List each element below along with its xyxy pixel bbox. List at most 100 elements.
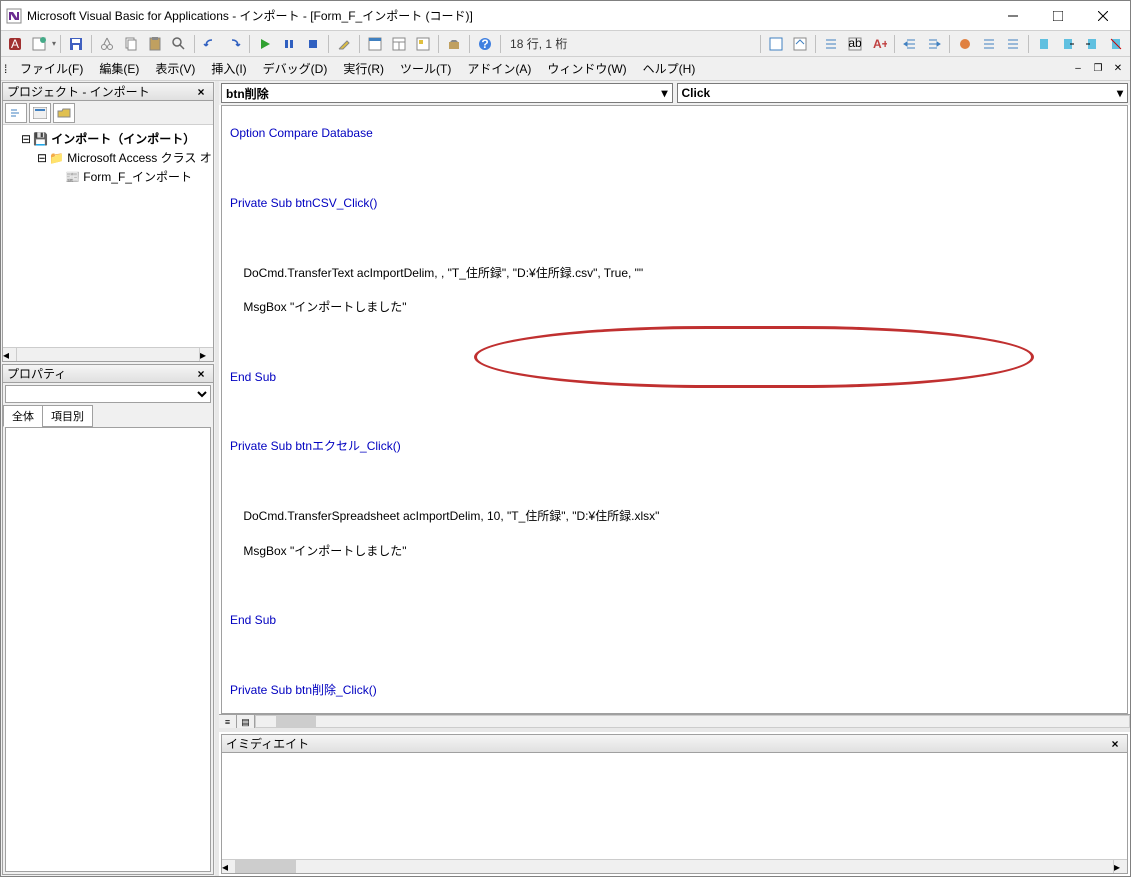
titlebar: Microsoft Visual Basic for Applications …	[1, 1, 1130, 31]
immediate-close[interactable]: ×	[1107, 737, 1123, 751]
object-browser-icon[interactable]	[412, 33, 434, 55]
svg-text:ab: ab	[848, 36, 862, 50]
menu-help[interactable]: ヘルプ(H)	[635, 57, 704, 80]
minimize-button[interactable]	[990, 2, 1035, 30]
titlebar-text: Microsoft Visual Basic for Applications …	[27, 7, 990, 24]
mdi-minimize[interactable]: –	[1069, 61, 1087, 77]
procedure-view-button[interactable]: ≡	[219, 715, 237, 729]
cut-icon[interactable]	[96, 33, 118, 55]
list-properties-icon[interactable]	[820, 33, 842, 55]
tree-item-form[interactable]: 📰 Form_F_インポート	[7, 167, 209, 186]
project-toolbar	[3, 101, 213, 125]
menu-window[interactable]: ウィンドウ(W)	[539, 57, 634, 80]
list-constants-icon[interactable]: ab	[844, 33, 866, 55]
view-code-icon[interactable]	[5, 103, 27, 123]
tree-folder-access-classes[interactable]: ⊟📁 Microsoft Access クラス オブ	[7, 148, 209, 167]
outdent-icon[interactable]	[923, 33, 945, 55]
menu-debug[interactable]: デバッグ(D)	[255, 57, 336, 80]
toggle-folders-icon[interactable]	[53, 103, 75, 123]
quick-info-icon[interactable]: A+	[868, 33, 890, 55]
object-combo[interactable]: btn削除 ▾	[221, 83, 673, 103]
immediate-window: イミディエイト × ◂ ▸	[221, 734, 1128, 874]
project-explorer-panel: プロジェクト - インポート × ⊟💾 インポート（インポート） ⊟📁 Micr…	[2, 82, 214, 362]
bookmark-clear-icon[interactable]	[1105, 33, 1127, 55]
window-controls	[990, 2, 1125, 30]
properties-panel: プロパティ × 全体 項目別	[2, 364, 214, 875]
help-icon[interactable]: ?	[474, 33, 496, 55]
properties-header: プロパティ ×	[3, 365, 213, 383]
horizontal-scrollbar[interactable]	[255, 715, 1130, 728]
reset-icon[interactable]	[302, 33, 324, 55]
maximize-button[interactable]	[1035, 2, 1080, 30]
menu-view[interactable]: 表示(V)	[147, 57, 203, 80]
menu-tools[interactable]: ツール(T)	[392, 57, 459, 80]
properties-window-icon[interactable]	[388, 33, 410, 55]
menu-run[interactable]: 実行(R)	[335, 57, 392, 80]
standard-toolbar: A ▾ ? 18 行, 1 桁 ab A+	[1, 31, 1130, 57]
left-panel: プロジェクト - インポート × ⊟💾 インポート（インポート） ⊟📁 Micr…	[1, 81, 215, 876]
app-window: Microsoft Visual Basic for Applications …	[0, 0, 1131, 877]
app-icon	[6, 8, 22, 24]
properties-object-combo[interactable]	[5, 385, 211, 403]
close-button[interactable]	[1080, 2, 1125, 30]
menu-addins[interactable]: アドイン(A)	[459, 57, 539, 80]
code-header: btn削除 ▾ Click ▾	[219, 81, 1130, 105]
svg-text:?: ?	[481, 37, 488, 51]
workspace: プロジェクト - インポート × ⊟💾 インポート（インポート） ⊟📁 Micr…	[1, 81, 1130, 876]
right-panel: btn削除 ▾ Click ▾ Option Compare Database …	[219, 81, 1130, 876]
properties-tab-alphabetic[interactable]: 全体	[3, 405, 43, 427]
svg-text:A: A	[11, 37, 19, 51]
full-module-view-button[interactable]: ▤	[237, 715, 255, 729]
project-tree[interactable]: ⊟💾 インポート（インポート） ⊟📁 Microsoft Access クラス …	[3, 125, 213, 347]
menu-file[interactable]: ファイル(F)	[12, 57, 91, 80]
paste-icon[interactable]	[144, 33, 166, 55]
procedure-combo[interactable]: Click ▾	[677, 83, 1129, 103]
undo-icon[interactable]	[199, 33, 221, 55]
properties-tabs: 全体 項目別	[3, 405, 213, 427]
properties-tab-categorized[interactable]: 項目別	[42, 405, 93, 427]
save-icon[interactable]	[65, 33, 87, 55]
menu-insert[interactable]: 挿入(I)	[203, 57, 254, 80]
project-explorer-title: プロジェクト - インポート	[7, 83, 150, 100]
code-editor[interactable]: Option Compare Database Private Sub btnC…	[221, 105, 1128, 714]
tb-icon-1[interactable]	[765, 33, 787, 55]
project-explorer-icon[interactable]	[364, 33, 386, 55]
project-explorer-header: プロジェクト - インポート ×	[3, 83, 213, 101]
tree-project-root[interactable]: ⊟💾 インポート（インポート）	[7, 129, 209, 148]
immediate-header: イミディエイト ×	[222, 735, 1127, 753]
procedure-combo-value: Click	[682, 86, 711, 100]
chevron-down-icon[interactable]: ▾	[1117, 86, 1123, 100]
breakpoint-icon[interactable]	[954, 33, 976, 55]
uncomment-block-icon[interactable]	[1002, 33, 1024, 55]
view-access-icon[interactable]: A	[4, 33, 26, 55]
bookmark-toggle-icon[interactable]	[1033, 33, 1055, 55]
menubar: ⁞ ファイル(F) 編集(E) 表示(V) 挿入(I) デバッグ(D) 実行(R…	[1, 57, 1130, 81]
run-icon[interactable]	[254, 33, 276, 55]
redo-icon[interactable]	[223, 33, 245, 55]
properties-close[interactable]: ×	[193, 367, 209, 381]
indent-icon[interactable]	[899, 33, 921, 55]
menu-edit[interactable]: 編集(E)	[91, 57, 147, 80]
properties-grid[interactable]	[5, 427, 211, 872]
project-explorer-close[interactable]: ×	[193, 85, 209, 99]
object-combo-value: btn削除	[226, 85, 269, 102]
insert-module-icon[interactable]	[28, 33, 50, 55]
copy-icon[interactable]	[120, 33, 142, 55]
mdi-restore[interactable]: ❐	[1089, 61, 1107, 77]
toolbox-icon[interactable]	[443, 33, 465, 55]
mdi-close[interactable]: ✕	[1109, 61, 1127, 77]
code-footer: ≡ ▤	[219, 714, 1130, 728]
view-object-icon[interactable]	[29, 103, 51, 123]
bookmark-prev-icon[interactable]	[1081, 33, 1103, 55]
bookmark-next-icon[interactable]	[1057, 33, 1079, 55]
immediate-body[interactable]	[222, 753, 1127, 859]
chevron-down-icon[interactable]: ▾	[661, 86, 667, 100]
horizontal-splitter[interactable]	[219, 728, 1130, 732]
svg-text:A+: A+	[873, 37, 887, 51]
design-mode-icon[interactable]	[333, 33, 355, 55]
break-icon[interactable]	[278, 33, 300, 55]
find-icon[interactable]	[168, 33, 190, 55]
tb-icon-2[interactable]	[789, 33, 811, 55]
properties-title: プロパティ	[7, 365, 66, 382]
comment-block-icon[interactable]	[978, 33, 1000, 55]
